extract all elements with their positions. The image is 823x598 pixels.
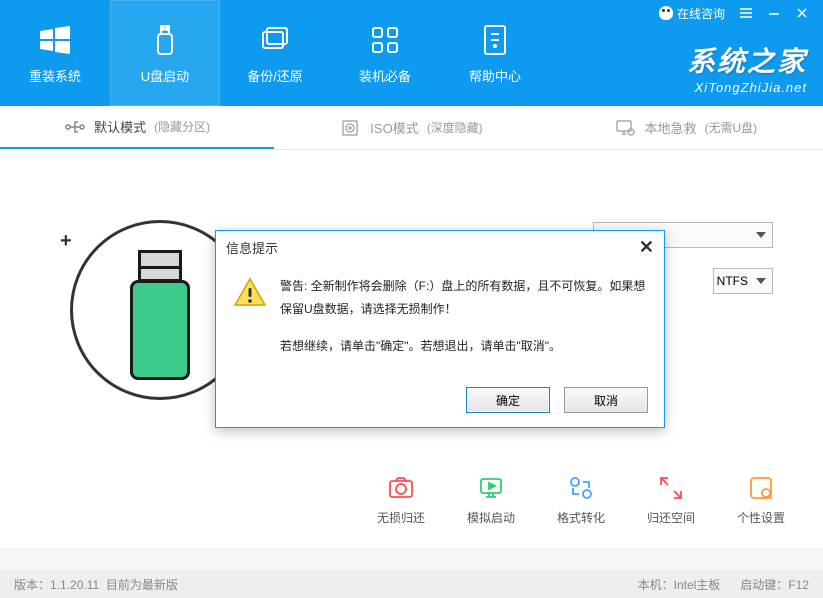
usb-icon	[147, 22, 183, 58]
filesystem-value: NTFS	[717, 274, 748, 288]
convert-icon	[566, 473, 596, 503]
app-header: 在线咨询 重装系统 U盘启动 备份/还原	[0, 0, 823, 106]
mode-label: 默认模式	[94, 117, 146, 136]
status-left: 版本：1.1.20.11 目前为最新版	[14, 576, 178, 593]
windows-icon	[37, 22, 73, 58]
nav-usb-boot[interactable]: U盘启动	[110, 0, 220, 106]
mode-sub: (隐藏分区)	[154, 118, 210, 135]
dialog-body: 警告: 全新制作将会删除（F:）盘上的所有数据，且不可恢复。如果想保留U盘数据，…	[216, 263, 664, 377]
dialog-title-text: 信息提示	[226, 238, 278, 257]
cancel-button[interactable]: 取消	[564, 387, 648, 413]
shrink-icon	[656, 473, 686, 503]
mode-local[interactable]: 本地急救 (无需U盘)	[549, 106, 823, 149]
nav-reinstall[interactable]: 重装系统	[0, 0, 110, 106]
settings-icon	[746, 473, 776, 503]
nav-label: U盘启动	[141, 66, 189, 85]
plus-icon: +	[60, 230, 72, 253]
close-button[interactable]	[795, 6, 809, 20]
menu-icon[interactable]	[739, 6, 753, 20]
tool-row: 无损归还 模拟启动 格式转化 归还空间 个性设置	[369, 473, 793, 526]
nav-help[interactable]: 帮助中心	[440, 0, 550, 106]
version-value: 1.1.20.11	[50, 578, 99, 592]
nav-label: 备份/还原	[247, 66, 303, 85]
tool-format-convert[interactable]: 格式转化	[549, 473, 613, 526]
tool-label: 归还空间	[647, 509, 695, 526]
nav-backup[interactable]: 备份/还原	[220, 0, 330, 106]
dialog-titlebar: 信息提示 ✕	[216, 231, 664, 263]
nav-label: 帮助中心	[469, 66, 521, 85]
online-consult-button[interactable]: 在线咨询	[659, 5, 725, 22]
host-label: 本机：	[638, 578, 674, 592]
mode-sub: (无需U盘)	[704, 119, 757, 136]
mode-label: 本地急救	[644, 118, 696, 137]
tool-label: 无损归还	[377, 509, 425, 526]
bootkey-label: 启动键：	[740, 578, 788, 592]
play-icon	[476, 473, 506, 503]
tool-simulate-boot[interactable]: 模拟启动	[459, 473, 523, 526]
mode-sub: (深度隐藏)	[427, 119, 483, 136]
dialog-warn-line1: 警告: 全新制作将会删除（F:）盘上的所有数据，且不可恢复。如果想保留U盘数据，…	[280, 275, 648, 321]
usb-small-icon	[64, 116, 86, 138]
brand-url: XiTongZhiJia.net	[687, 80, 807, 95]
version-label: 版本：	[14, 578, 50, 592]
camera-icon	[386, 473, 416, 503]
dialog-warn-line2: 若想继续，请单击"确定"。若想退出，请单击"取消"。	[280, 335, 648, 358]
monitor-icon	[614, 117, 636, 139]
tool-settings[interactable]: 个性设置	[729, 473, 793, 526]
penguin-icon	[659, 6, 673, 20]
tool-label: 个性设置	[737, 509, 785, 526]
titlebar: 在线咨询	[659, 0, 823, 26]
apps-icon	[367, 22, 403, 58]
dialog-message: 警告: 全新制作将会删除（F:）盘上的所有数据，且不可恢复。如果想保留U盘数据，…	[280, 275, 648, 357]
warning-icon	[232, 275, 268, 357]
tool-label: 格式转化	[557, 509, 605, 526]
bootkey-value: F12	[788, 578, 809, 592]
brand-logo: 系统之家 XiTongZhiJia.net	[687, 40, 807, 95]
tool-label: 模拟启动	[467, 509, 515, 526]
ok-button[interactable]: 确定	[466, 387, 550, 413]
mode-tabs: 默认模式 (隐藏分区) ISO模式 (深度隐藏) 本地急救 (无需U盘)	[0, 106, 823, 150]
nav-essentials[interactable]: 装机必备	[330, 0, 440, 106]
latest-text: 目前为最新版	[106, 578, 178, 592]
mode-label: ISO模式	[370, 118, 418, 137]
mode-iso[interactable]: ISO模式 (深度隐藏)	[274, 106, 548, 149]
nav-label: 重装系统	[29, 66, 81, 85]
minimize-button[interactable]	[767, 6, 781, 20]
tool-return-space[interactable]: 归还空间	[639, 473, 703, 526]
backup-icon	[257, 22, 293, 58]
tool-lossless-return[interactable]: 无损归还	[369, 473, 433, 526]
mode-default[interactable]: 默认模式 (隐藏分区)	[0, 106, 274, 149]
chevron-down-icon	[756, 278, 766, 284]
consult-label: 在线咨询	[677, 5, 725, 22]
confirm-dialog: 信息提示 ✕ 警告: 全新制作将会删除（F:）盘上的所有数据，且不可恢复。如果想…	[215, 230, 665, 428]
help-icon	[477, 22, 513, 58]
status-bar: 版本：1.1.20.11 目前为最新版 本机：Intel主板 启动键：F12	[0, 570, 823, 598]
dialog-close-button[interactable]: ✕	[639, 237, 654, 258]
filesystem-dropdown[interactable]: NTFS	[713, 268, 773, 294]
main-nav: 重装系统 U盘启动 备份/还原 装机必备 帮助中心	[0, 0, 550, 106]
disc-icon	[340, 117, 362, 139]
status-right: 本机：Intel主板 启动键：F12	[638, 576, 809, 593]
chevron-down-icon	[756, 232, 766, 238]
nav-label: 装机必备	[359, 66, 411, 85]
dialog-actions: 确定 取消	[216, 377, 664, 427]
host-value: Intel主板	[674, 578, 721, 592]
brand-name: 系统之家	[687, 40, 807, 80]
